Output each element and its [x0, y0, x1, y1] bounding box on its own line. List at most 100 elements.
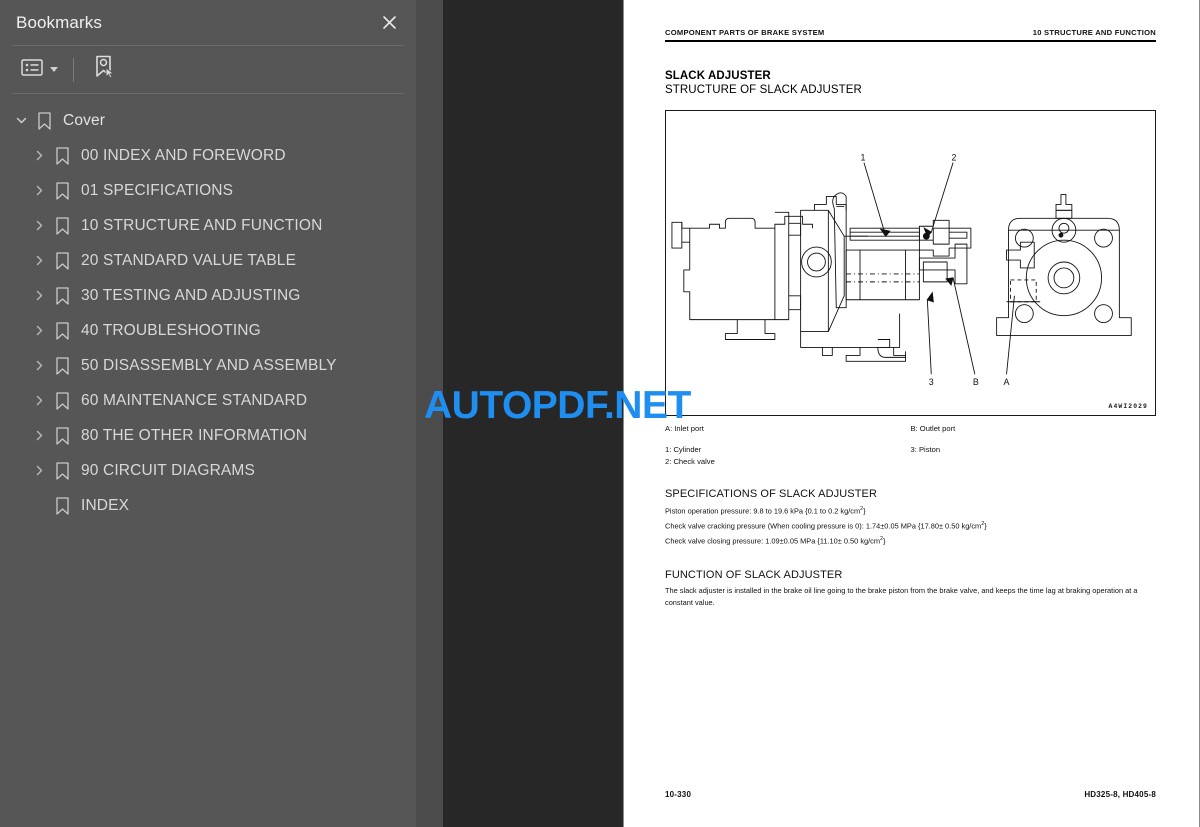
function-text: The slack adjuster is installed in the b… [665, 586, 1138, 608]
spec-text: Piston operation pressure: 9.8 to 19.6 k… [665, 505, 861, 515]
document-viewer: COMPONENT PARTS OF BRAKE SYSTEM 10 STRUC… [443, 0, 1200, 827]
close-icon[interactable] [376, 10, 402, 36]
bookmark-label: 20 STANDARD VALUE TABLE [81, 251, 297, 269]
panel-resize-handle[interactable] [416, 0, 443, 827]
bookmark-icon [50, 286, 74, 305]
bookmark-tree: Cover 00 INDEX AND FOREWORD 01 SPECIFICATI… [0, 94, 416, 523]
bookmark-options-button[interactable] [16, 55, 63, 85]
spec-text: Check valve closing pressure: 1.09±0.05 … [665, 536, 881, 546]
figure-code: A4WI2029 [1108, 403, 1148, 411]
page-subtitle: STRUCTURE OF SLACK ADJUSTER [665, 84, 862, 97]
pdf-page: COMPONENT PARTS OF BRAKE SYSTEM 10 STRUC… [623, 0, 1200, 827]
bookmark-icon [50, 181, 74, 200]
bookmark-icon [50, 321, 74, 340]
spec-text-tail: } [883, 536, 886, 546]
callout-2: 2 [952, 153, 957, 163]
model-label: HD325-8, HD405-8 [1084, 790, 1156, 799]
legend-part-3: 3: Piston [910, 444, 941, 454]
bookmark-label: 10 STRUCTURE AND FUNCTION [81, 216, 323, 234]
bookmark-item[interactable]: 50 DISASSEMBLY AND ASSEMBLY [0, 348, 416, 383]
legend-part-1: 1: Cylinder [665, 444, 702, 454]
bookmark-icon [50, 356, 74, 375]
page-number: 10-330 [665, 790, 692, 799]
bookmark-icon [32, 111, 56, 130]
chevron-right-icon[interactable] [28, 145, 50, 167]
legend-part-empty [911, 456, 1157, 468]
chevron-right-icon[interactable] [28, 390, 50, 412]
chevron-right-icon[interactable] [28, 320, 50, 342]
find-bookmark-button[interactable] [88, 51, 121, 88]
running-head: COMPONENT PARTS OF BRAKE SYSTEM 10 STRUC… [665, 0, 1156, 37]
bookmark-item[interactable]: 60 MAINTENANCE STANDARD [0, 383, 416, 418]
bookmark-icon [50, 496, 74, 515]
bookmark-item[interactable]: INDEX [0, 488, 416, 523]
spec-text: Check valve cracking pressure (When cool… [665, 521, 982, 531]
bookmark-item[interactable]: 40 TROUBLESHOOTING [0, 313, 416, 348]
chevron-right-icon[interactable] [28, 460, 50, 482]
panel-title: Bookmarks [16, 12, 102, 32]
legend-part-2: 2: Check valve [665, 456, 715, 466]
bookmark-icon [50, 146, 74, 165]
specification-line: Check valve closing pressure: 1.09±0.05 … [665, 534, 1156, 549]
chevron-right-icon[interactable] [28, 180, 50, 202]
chevron-right-icon[interactable] [28, 285, 50, 307]
chevron-right-icon[interactable] [28, 250, 50, 272]
bookmarks-panel-header: Bookmarks [0, 0, 416, 45]
figure-slack-adjuster: 1 2 3 B A A4WI2029 [665, 110, 1156, 417]
bookmark-item[interactable]: 30 TESTING AND ADJUSTING [0, 278, 416, 313]
bookmark-label: 80 THE OTHER INFORMATION [81, 426, 308, 444]
bookmark-item[interactable]: 01 SPECIFICATIONS [0, 173, 416, 208]
toolbar-separator [73, 57, 74, 82]
bookmark-icon [50, 251, 74, 270]
bookmark-item[interactable]: 90 CIRCUIT DIAGRAMS [0, 453, 416, 488]
running-head-rule [665, 40, 1156, 43]
bookmark-label: 60 MAINTENANCE STANDARD [81, 391, 308, 409]
legend-port-b: B: Outlet port [910, 424, 956, 434]
legend-row: 2: Check valve [665, 456, 1156, 468]
bookmark-item[interactable]: Cover [0, 103, 416, 138]
bookmark-label: 90 CIRCUIT DIAGRAMS [81, 461, 255, 479]
bookmark-label: 40 TROUBLESHOOTING [81, 321, 261, 339]
chevron-down-icon [50, 67, 58, 72]
chevron-right-icon[interactable] [28, 215, 50, 237]
running-head-left: COMPONENT PARTS OF BRAKE SYSTEM [665, 28, 825, 37]
bookmark-label: 00 INDEX AND FOREWORD [81, 146, 286, 164]
bookmark-item[interactable]: 10 STRUCTURE AND FUNCTION [0, 208, 416, 243]
callout-1: 1 [861, 153, 866, 163]
list-options-icon [21, 58, 43, 81]
bookmark-icon [50, 461, 74, 480]
bookmark-icon [50, 216, 74, 235]
bookmark-icon [50, 391, 74, 410]
page-title: SLACK ADJUSTER [665, 70, 771, 83]
legend-row: 1: Cylinder 3: Piston [665, 444, 1156, 456]
page-footer: 10-330 HD325-8, HD405-8 [665, 790, 1156, 799]
bookmark-label: 30 TESTING AND ADJUSTING [81, 286, 301, 304]
slack-adjuster-drawing: 1 2 3 B A [671, 153, 1132, 387]
bookmark-label: 50 DISASSEMBLY AND ASSEMBLY [81, 356, 337, 374]
function-heading: FUNCTION OF SLACK ADJUSTER [665, 569, 843, 582]
bookmark-item[interactable]: 00 INDEX AND FOREWORD [0, 138, 416, 173]
bookmark-item[interactable]: 80 THE OTHER INFORMATION [0, 418, 416, 453]
legend-row: A: Inlet port B: Outlet port [665, 423, 1156, 435]
callout-B: B [973, 377, 979, 387]
bookmarks-toolbar [0, 46, 416, 93]
chevron-down-icon[interactable] [10, 110, 32, 132]
callout-A: A [1004, 377, 1010, 387]
legend-port-a: A: Inlet port [665, 424, 704, 434]
bookmark-item[interactable]: 20 STANDARD VALUE TABLE [0, 243, 416, 278]
figure-legend: A: Inlet port B: Outlet port 1: Cylinder… [665, 423, 1156, 467]
callout-3: 3 [929, 377, 934, 387]
chevron-right-icon[interactable] [28, 355, 50, 377]
legend-spacer [665, 435, 1156, 444]
bookmark-label: Cover [63, 111, 106, 129]
specifications-heading: SPECIFICATIONS OF SLACK ADJUSTER [665, 487, 878, 500]
specifications-list: Piston operation pressure: 9.8 to 19.6 k… [665, 504, 1156, 550]
running-head-right: 10 STRUCTURE AND FUNCTION [1032, 28, 1156, 37]
find-bookmark-icon [93, 55, 116, 84]
spec-text-tail: } [863, 505, 866, 515]
pdf-viewer-window: Bookmarks Cover 00 INDEX AND FOREWORD 01… [0, 0, 1200, 827]
specification-line: Piston operation pressure: 9.8 to 19.6 k… [665, 504, 1156, 519]
specification-line: Check valve cracking pressure (When cool… [665, 519, 1156, 534]
bookmark-label: INDEX [81, 496, 130, 514]
chevron-right-icon[interactable] [28, 425, 50, 447]
